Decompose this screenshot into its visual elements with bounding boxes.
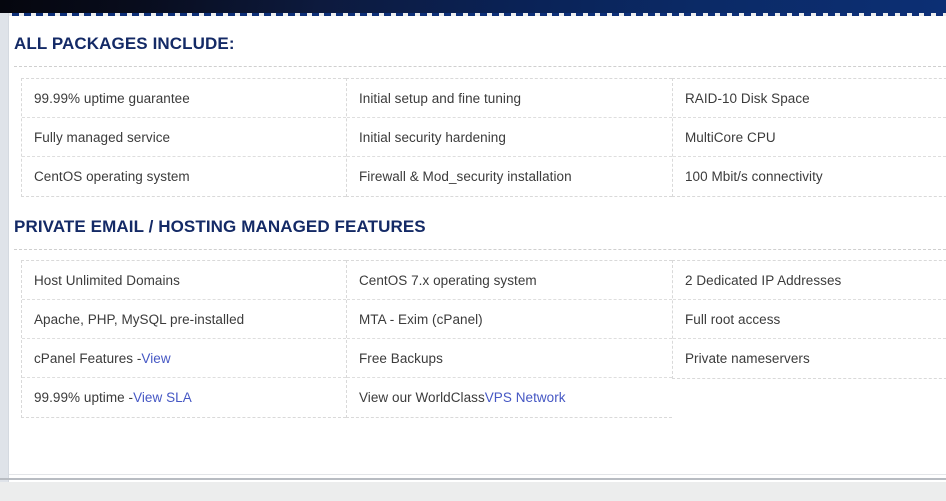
features-column: Host Unlimited Domains Apache, PHP, MySQL…: [21, 260, 346, 418]
feature-cell: Full root access: [673, 300, 946, 339]
feature-label: View our WorldClass: [359, 390, 485, 405]
feature-cell: Free Backups: [347, 339, 672, 378]
section-title-private-email-hosting: PRIVATE EMAIL / HOSTING MANAGED FEATURES: [14, 217, 426, 236]
feature-cell: 2 Dedicated IP Addresses: [673, 261, 946, 300]
feature-label: MTA - Exim (cPanel): [359, 311, 483, 327]
features-table-all-packages: 99.99% uptime guarantee Fully managed ser…: [21, 78, 946, 197]
feature-cell: CentOS 7.x operating system: [347, 261, 672, 300]
feature-label: Fully managed service: [34, 129, 171, 145]
feature-link[interactable]: View: [141, 351, 170, 366]
features-column: Initial setup and fine tuning Initial sec…: [346, 78, 672, 197]
section-title-all-packages: ALL PACKAGES INCLUDE:: [14, 34, 235, 53]
features-table-private-email-hosting: Host Unlimited Domains Apache, PHP, MySQL…: [21, 260, 946, 418]
page-root: ALL PACKAGES INCLUDE: 99.99% uptime guar…: [0, 0, 946, 501]
feature-label: 100 Mbit/s connectivity: [685, 169, 823, 184]
features-column: RAID-10 Disk Space MultiCore CPU 100 Mbit/…: [672, 78, 946, 197]
feature-cell: Host Unlimited Domains: [22, 261, 346, 300]
feature-label: Firewall & Mod_security installation: [359, 169, 572, 184]
feature-label: Initial setup and fine tuning: [359, 90, 522, 106]
feature-link[interactable]: View SLA: [133, 390, 192, 405]
feature-cell: Private nameservers: [673, 339, 946, 378]
section-divider-1: [14, 66, 946, 67]
feature-cell: 99.99% uptime guarantee: [22, 79, 346, 118]
feature-label: 99.99% uptime guarantee: [34, 90, 190, 106]
feature-label: CentOS operating system: [34, 169, 190, 184]
features-column: 99.99% uptime guarantee Fully managed ser…: [21, 78, 346, 197]
feature-cell: Initial setup and fine tuning: [347, 79, 672, 118]
feature-cell: Firewall & Mod_security installation: [347, 157, 672, 196]
feature-cell: RAID-10 Disk Space: [673, 79, 946, 118]
feature-label: RAID-10 Disk Space: [685, 90, 810, 106]
feature-label: Apache, PHP, MySQL pre-installed: [34, 311, 245, 327]
feature-cell: MultiCore CPU: [673, 118, 946, 157]
feature-label: Initial security hardening: [359, 129, 506, 145]
feature-cell: View our WorldClass VPS Network: [347, 378, 672, 417]
feature-label: cPanel Features -: [34, 350, 142, 366]
feature-cell: 99.99% uptime - View SLA: [22, 378, 346, 417]
feature-cell: 100 Mbit/s connectivity: [673, 157, 946, 196]
feature-label: MultiCore CPU: [685, 129, 776, 145]
page-content: ALL PACKAGES INCLUDE: 99.99% uptime guar…: [0, 0, 946, 501]
feature-label: 99.99% uptime -: [34, 390, 134, 405]
feature-label: CentOS 7.x operating system: [359, 272, 537, 288]
feature-cell: Fully managed service: [22, 118, 346, 157]
feature-label: 2 Dedicated IP Addresses: [685, 272, 842, 288]
feature-label: Full root access: [685, 311, 781, 327]
feature-label: Free Backups: [359, 350, 443, 366]
feature-label: Private nameservers: [685, 351, 810, 366]
feature-cell: Initial security hardening: [347, 118, 672, 157]
feature-link[interactable]: VPS Network: [485, 390, 566, 405]
feature-label: Host Unlimited Domains: [34, 272, 180, 288]
features-column: CentOS 7.x operating system MTA - Exim (c…: [346, 260, 672, 418]
features-column: 2 Dedicated IP Addresses Full root access…: [672, 260, 946, 379]
feature-cell: CentOS operating system: [22, 157, 346, 196]
section-divider-2: [14, 249, 946, 250]
feature-cell: MTA - Exim (cPanel): [347, 300, 672, 339]
feature-cell: Apache, PHP, MySQL pre-installed: [22, 300, 346, 339]
feature-cell: cPanel Features - View: [22, 339, 346, 378]
